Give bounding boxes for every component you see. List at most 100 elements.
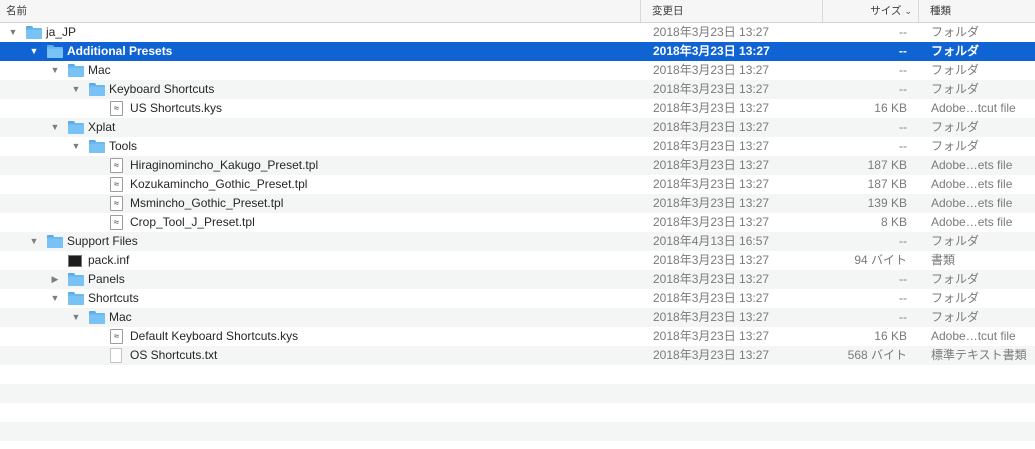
column-kind-header[interactable]: 種類 [919,0,1035,22]
document-icon: ≈ [110,101,123,116]
disclosure-expanded-icon[interactable]: ▼ [50,61,60,80]
file-name: OS Shortcuts.txt [130,348,218,362]
file-size: -- [899,44,907,58]
folder-icon [89,140,105,153]
file-size: 8 KB [880,215,907,229]
file-name: Mac [88,63,111,77]
disclosure-expanded-icon[interactable]: ▼ [71,137,81,156]
disclosure-expanded-icon[interactable]: ▼ [29,42,39,61]
file-row[interactable]: ≈ Crop_Tool_J_Preset.tpl 2018年3月23日 13:27 8… [0,213,1035,232]
column-name-header[interactable]: 名前 [0,0,641,22]
file-size: 187 KB [867,177,907,191]
modified-date: 2018年3月23日 13:27 [653,44,770,58]
disclosure-expanded-icon[interactable]: ▼ [50,118,60,137]
file-size: 16 KB [874,329,907,343]
modified-date: 2018年3月23日 13:27 [653,177,770,191]
file-row[interactable]: ≈ Hiraginomincho_Kakugo_Preset.tpl 2018年3月… [0,156,1035,175]
file-row[interactable]: ▼ Additional Presets 2018年3月23日 13:27 -- フォル… [0,42,1035,61]
disclosure-expanded-icon[interactable]: ▼ [71,308,81,327]
file-row[interactable]: ≈ Msmincho_Gothic_Preset.tpl 2018年3月23日 13… [0,194,1035,213]
file-size: -- [899,310,907,324]
file-kind: Adobe…ets file [931,215,1013,229]
file-name: ja_JP [46,25,77,39]
sort-descending-icon: ⌄ [904,6,912,16]
file-row[interactable]: OS Shortcuts.txt 2018年3月23日 13:27 568 バイト 標… [0,346,1035,365]
file-row[interactable]: ▼ Mac 2018年3月23日 13:27 -- フォルダ [0,308,1035,327]
modified-date: 2018年3月23日 13:27 [653,120,770,134]
disclosure-expanded-icon[interactable]: ▼ [50,289,60,308]
file-kind: Adobe…ets file [931,177,1013,191]
folder-icon [89,83,105,96]
file-size: 187 KB [867,158,907,172]
file-size: -- [899,25,907,39]
file-name: Support Files [67,234,138,248]
disclosure-expanded-icon[interactable]: ▼ [29,232,39,251]
file-size: -- [899,272,907,286]
modified-date: 2018年3月23日 13:27 [653,310,770,324]
document-icon: ≈ [110,215,123,230]
file-row[interactable]: ▶ Panels 2018年3月23日 13:27 -- フォルダ [0,270,1035,289]
file-row[interactable]: ≈ Kozukamincho_Gothic_Preset.tpl 2018年3月23… [0,175,1035,194]
file-name: Shortcuts [88,291,139,305]
file-row[interactable]: ≈ US Shortcuts.kys 2018年3月23日 13:27 16 KB Ad… [0,99,1035,118]
modified-date: 2018年3月23日 13:27 [653,348,770,362]
file-name: Kozukamincho_Gothic_Preset.tpl [130,177,308,191]
file-row[interactable]: ▼ Tools 2018年3月23日 13:27 -- フォルダ [0,137,1035,156]
disclosure-expanded-icon[interactable]: ▼ [71,80,81,99]
file-kind: フォルダ [931,82,980,96]
folder-icon [68,64,84,77]
document-icon: ≈ [110,329,123,344]
file-row[interactable]: ▼ Mac 2018年3月23日 13:27 -- フォルダ [0,61,1035,80]
file-size: 16 KB [874,101,907,115]
column-size-header[interactable]: サイズ ⌄ [823,0,919,22]
file-kind: Adobe…tcut file [931,329,1016,343]
disclosure-expanded-icon[interactable]: ▼ [8,23,18,42]
folder-icon [47,45,63,58]
disclosure-collapsed-icon[interactable]: ▶ [50,270,60,289]
file-row[interactable]: ▼ Xplat 2018年3月23日 13:27 -- フォルダ [0,118,1035,137]
file-kind: フォルダ [931,25,980,39]
file-name: Keyboard Shortcuts [109,82,215,96]
file-size: -- [899,139,907,153]
modified-date: 2018年3月23日 13:27 [653,63,770,77]
file-kind: フォルダ [931,44,980,58]
file-row[interactable]: pack.inf 2018年3月23日 13:27 94 バイト 書類 [0,251,1035,270]
folder-icon [26,26,42,39]
folder-icon [89,311,105,324]
file-size: -- [899,120,907,134]
modified-date: 2018年3月23日 13:27 [653,158,770,172]
modified-date: 2018年3月23日 13:27 [653,139,770,153]
file-kind: フォルダ [931,310,980,324]
modified-date: 2018年3月23日 13:27 [653,291,770,305]
file-size: -- [899,63,907,77]
file-kind: Adobe…ets file [931,158,1013,172]
modified-date: 2018年3月23日 13:27 [653,82,770,96]
column-date-header[interactable]: 変更日 [641,0,823,22]
file-row[interactable]: ▼ Keyboard Shortcuts 2018年3月23日 13:27 -- フォル… [0,80,1035,99]
file-name: Panels [88,272,125,286]
document-icon: ≈ [110,177,123,192]
file-row[interactable]: ▼ ja_JP 2018年3月23日 13:27 -- フォルダ [0,23,1035,42]
file-row[interactable]: ≈ Default Keyboard Shortcuts.kys 2018年3月23… [0,327,1035,346]
file-row[interactable]: ▼ Shortcuts 2018年3月23日 13:27 -- フォルダ [0,289,1035,308]
modified-date: 2018年3月23日 13:27 [653,253,770,267]
file-name: Hiraginomincho_Kakugo_Preset.tpl [130,158,319,172]
column-header: 名前 変更日 サイズ ⌄ 種類 [0,0,1035,23]
column-kind-label: 種類 [930,5,951,17]
file-name: Xplat [88,120,116,134]
file-name: Tools [109,139,138,153]
file-kind: Adobe…tcut file [931,101,1016,115]
file-name: Mac [109,310,132,324]
file-kind: 標準テキスト書類 [931,348,1027,362]
folder-icon [68,121,84,134]
modified-date: 2018年3月23日 13:27 [653,101,770,115]
document-icon: ≈ [110,158,123,173]
modified-date: 2018年3月23日 13:27 [653,329,770,343]
file-size: 568 バイト [847,348,907,362]
file-row[interactable]: ▼ Support Files 2018年4月13日 16:57 -- フォルダ [0,232,1035,251]
file-kind: フォルダ [931,291,980,305]
column-name-label: 名前 [6,5,27,17]
empty-row [0,365,1035,384]
modified-date: 2018年3月23日 13:27 [653,215,770,229]
file-kind: フォルダ [931,272,980,286]
